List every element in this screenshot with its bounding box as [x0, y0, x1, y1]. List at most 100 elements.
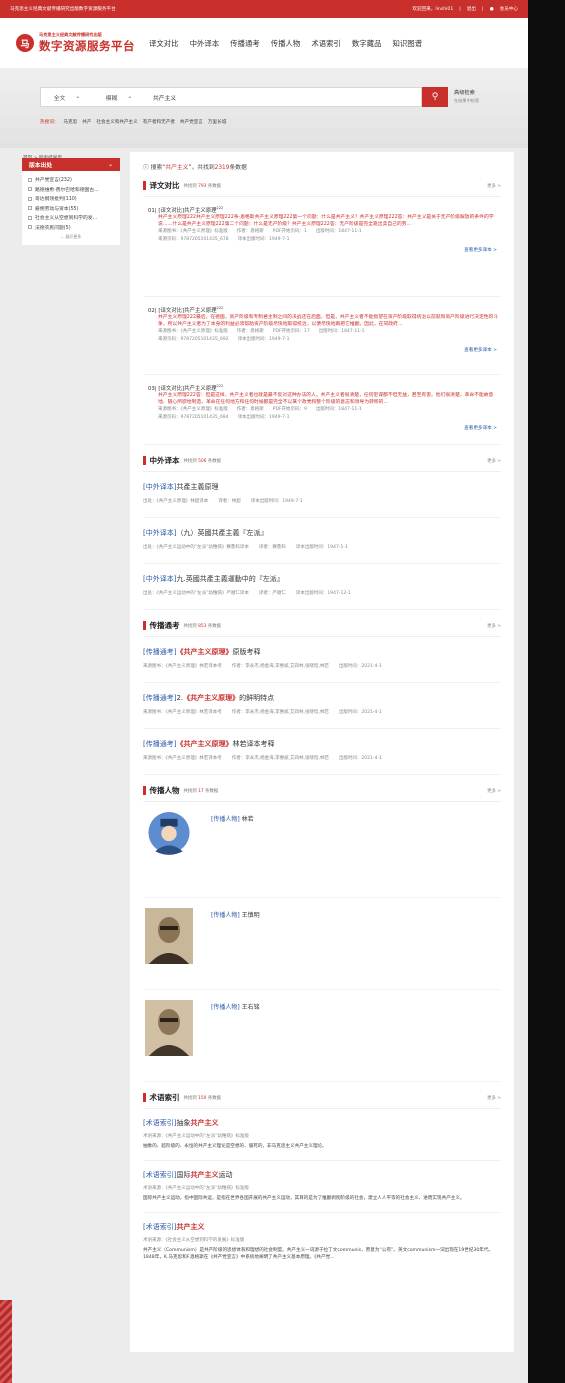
section-bar — [143, 181, 146, 190]
translation-item: 03| [译文对比]共产主义原理222 共产主义原理222答：但是这样，共产主义… — [143, 375, 501, 445]
hot-search-item[interactable]: 有产者和无产者 — [143, 119, 175, 125]
section-count: 共找到 853 条数据 — [183, 623, 222, 629]
filter-option[interactable]: 雇佣劳动与资本(55) — [28, 204, 114, 214]
hot-search-item[interactable]: 共产党宣言 — [180, 119, 203, 125]
section-more-link[interactable]: 更多 > — [487, 788, 501, 794]
person-item: [传播人物] 林若 — [143, 802, 501, 898]
search-icon: ⚲ — [431, 92, 439, 102]
filter-option[interactable]: 路德维希·费尔巴哈和德国古... — [28, 185, 114, 195]
nav-item-terms[interactable]: 术语索引 — [311, 38, 341, 49]
term-source: 术语来源：《社会主义从空想到科学的发展》标准版 — [143, 1238, 245, 1243]
logout-link[interactable]: 退出 — [467, 6, 476, 12]
item-title[interactable]: [术语索引]国际共产主义运动 — [143, 1170, 501, 1180]
item-title[interactable]: [术语索引]抽象共产主义 — [143, 1118, 501, 1128]
see-more-translations[interactable]: 查看更多译本 > — [148, 421, 501, 437]
member-center-link[interactable]: 会员中心 — [500, 6, 518, 12]
advanced-search[interactable]: 高级检索 在结果中检索 — [454, 90, 479, 104]
section-more-link[interactable]: 更多 > — [487, 623, 501, 629]
nav-item-editions[interactable]: 中外译本 — [190, 38, 220, 49]
top-bar: 马克思主义经典文献传播研究出版数字资源服务平台 欢迎回来，linshi01 | … — [0, 0, 528, 18]
person-name[interactable]: [传播人物] 林若 — [211, 814, 254, 823]
checkbox[interactable] — [28, 177, 32, 182]
section-translation-compare: 译文对比 共找到 793 条数据 更多 > 01| [译文对比]共产主义原理222… — [143, 180, 501, 445]
nav-item-people[interactable]: 传播人物 — [271, 38, 301, 49]
hot-search-item[interactable]: 马克思 — [63, 119, 77, 125]
item-meta: 来源图书：《共产主义原理》林若译本考 作者：李永杰,杨金海,李惠斌,艾四林,张晓晗… — [143, 756, 382, 761]
filter-header[interactable]: 版本出处 ⌄ — [22, 158, 120, 171]
filter-option[interactable]: 法德农民问题(5) — [28, 223, 114, 233]
item-title[interactable]: [中外译本]九.英國共產主義運動中的『左派』 — [143, 574, 501, 584]
item-meta: 来源图书：《共产主义原理》标准版 作者：恩格斯 PDF开始页码：17 出版时间：184… — [158, 329, 365, 335]
search-button[interactable]: ⚲ — [422, 87, 448, 107]
section-terms: 术语索引 共找到 150 条数据 更多 > [术语索引]抽象共产主义 术语来源：《… — [143, 1092, 501, 1271]
mode-select[interactable]: 模糊 ⌄ — [93, 93, 145, 102]
person-name[interactable]: [传播人物] 王右铭 — [211, 1002, 260, 1011]
avatar[interactable] — [145, 812, 193, 860]
term-item: [术语索引]抽象共产主义 术语来源：《共产主义运动中的“左派”幼稚病》标准版 抽… — [143, 1109, 501, 1161]
hot-search-label: 热搜词： — [40, 120, 59, 125]
edition-item: [中外译本]九.英國共產主義運動中的『左派』 出处：《共产主义运动中的“左派”幼稚… — [143, 564, 501, 610]
section-title: 译文对比 — [149, 181, 180, 190]
item-title[interactable]: 03| [译文对比]共产主义原理222 — [148, 384, 501, 392]
person-photo[interactable] — [145, 1000, 193, 1056]
section-bar — [143, 786, 146, 795]
logo-line2: 数字资源服务平台 — [39, 39, 135, 53]
item-title[interactable]: [传播通考]《共产主义原理》原版考释 — [143, 647, 501, 657]
item-title[interactable]: [中外译本]（九）英國共產主義『左派』 — [143, 528, 501, 538]
section-title: 术语索引 — [149, 1093, 180, 1102]
item-title[interactable]: [传播通考]2.《共产主义原理》的鲜明特点 — [143, 693, 501, 703]
person-item: [传播人物] 王右铭 — [143, 990, 501, 1082]
section-header: 译文对比 共找到 793 条数据 更多 > — [143, 180, 501, 197]
checkbox[interactable] — [28, 215, 32, 220]
results-panel: ⓘ 搜索“共产主义”，共找到2319条数据 译文对比 共找到 793 条数据 更多… — [130, 152, 514, 1352]
nav-item-translation-compare[interactable]: 译文对比 — [149, 38, 179, 49]
filter-option[interactable]: 共产党宣言(232) — [28, 175, 114, 185]
result-summary: ⓘ 搜索“共产主义”，共找到2319条数据 — [143, 165, 247, 171]
logo[interactable]: 马 马克思主义经典文献传播研究出版 数字资源服务平台 — [16, 32, 135, 54]
checkbox[interactable] — [28, 206, 32, 211]
checkbox[interactable] — [28, 196, 32, 201]
hot-search-item[interactable]: 共产 — [82, 119, 91, 125]
item-meta: 出处：《共产主义运动中的“左派”幼稚病》赛鲁科译本 译者：赛鲁科 译本出版时间：19… — [143, 545, 348, 550]
item-meta: 来源图书：《共产主义原理》标准版 作者：恩格斯 PDF开始页码：1 出版时间：1847… — [158, 229, 362, 235]
dissemination-item: [传播通考]《共产主义原理》林若译本考释来源图书：《共产主义原理》林若译本考 作者… — [143, 729, 501, 775]
section-header: 传播通考 共找到 853 条数据 更多 > — [143, 620, 501, 637]
person-item: [传播人物] 王慎明 — [143, 898, 501, 990]
checkbox[interactable] — [28, 187, 32, 192]
item-title[interactable]: 01| [译文对比]共产主义原理222 — [148, 206, 501, 214]
item-text: 共产主义原理222答：但是这样，共产主义者也就是最不反对这种办法的人。共产主义者… — [158, 393, 494, 406]
section-more-link[interactable]: 更多 > — [487, 183, 501, 189]
hot-search-item[interactable]: 社会主义和共产主义 — [96, 119, 137, 125]
nav-item-collections[interactable]: 数字藏品 — [352, 38, 382, 49]
expand-more[interactable]: ⌄ 展开更多 — [22, 234, 120, 240]
section-header: 术语索引 共找到 150 条数据 更多 > — [143, 1092, 501, 1109]
term-item: [术语索引]国际共产主义运动 术语来源：《共产主义运动中的“左派”幼稚病》标准版… — [143, 1161, 501, 1213]
item-title[interactable]: [中外译本]共產主義原理 — [143, 482, 501, 492]
item-title[interactable]: [传播通考]《共产主义原理》林若译本考释 — [143, 739, 501, 749]
nav-item-knowledge-graph[interactable]: 知识图谱 — [392, 38, 422, 49]
filter-option[interactable]: 社会主义从空想到科学的发... — [28, 213, 114, 223]
section-more-link[interactable]: 更多 > — [487, 1095, 501, 1101]
chevron-down-icon: ⌄ — [75, 94, 81, 100]
item-title[interactable]: 02| [译文对比]共产主义原理222 — [148, 306, 501, 314]
hot-search-item[interactable]: 万里长城 — [208, 119, 226, 125]
section-more-link[interactable]: 更多 > — [487, 458, 501, 464]
header: 马 马克思主义经典文献传播研究出版 数字资源服务平台 译文对比 中外译本 传播通… — [0, 18, 528, 68]
filter-sidebar: 版本出处 ⌄ 共产党宣言(232) 路德维希·费尔巴哈和德国古... 哥达纲领批判… — [22, 158, 120, 245]
term-definition: 国际共产主义运动，指中国际共运，是指在世界各国开展的共产主义运动，其目的是为了推… — [143, 1196, 465, 1201]
person-name[interactable]: [传播人物] 王慎明 — [211, 910, 260, 919]
item-meta: 来源页码：9787205101435_684 译本出版时间：1949-7-1 — [158, 414, 290, 420]
section-people: 传播人物 共找到 17 条数据 更多 > [传播人物] 林若 [传播人物] 王慎明… — [143, 785, 501, 1082]
nav-item-dissemination[interactable]: 传播通考 — [230, 38, 260, 49]
checkbox[interactable] — [28, 225, 32, 230]
search-input[interactable]: 共产主义 — [145, 93, 421, 102]
term-source: 术语来源：《共产主义运动中的“左派”幼稚病》标准版 — [143, 1134, 249, 1139]
see-more-translations[interactable]: 查看更多译本 > — [148, 343, 501, 359]
section-bar — [143, 1093, 146, 1102]
scope-select[interactable]: 全文 ⌄ — [41, 93, 93, 102]
filter-option[interactable]: 哥达纲领批判(110) — [28, 194, 114, 204]
person-photo[interactable] — [145, 908, 193, 964]
item-title[interactable]: [术语索引]共产主义 — [143, 1222, 501, 1232]
search-in-results[interactable]: 在结果中检索 — [454, 97, 479, 104]
see-more-translations[interactable]: 查看更多译本 > — [148, 243, 501, 259]
